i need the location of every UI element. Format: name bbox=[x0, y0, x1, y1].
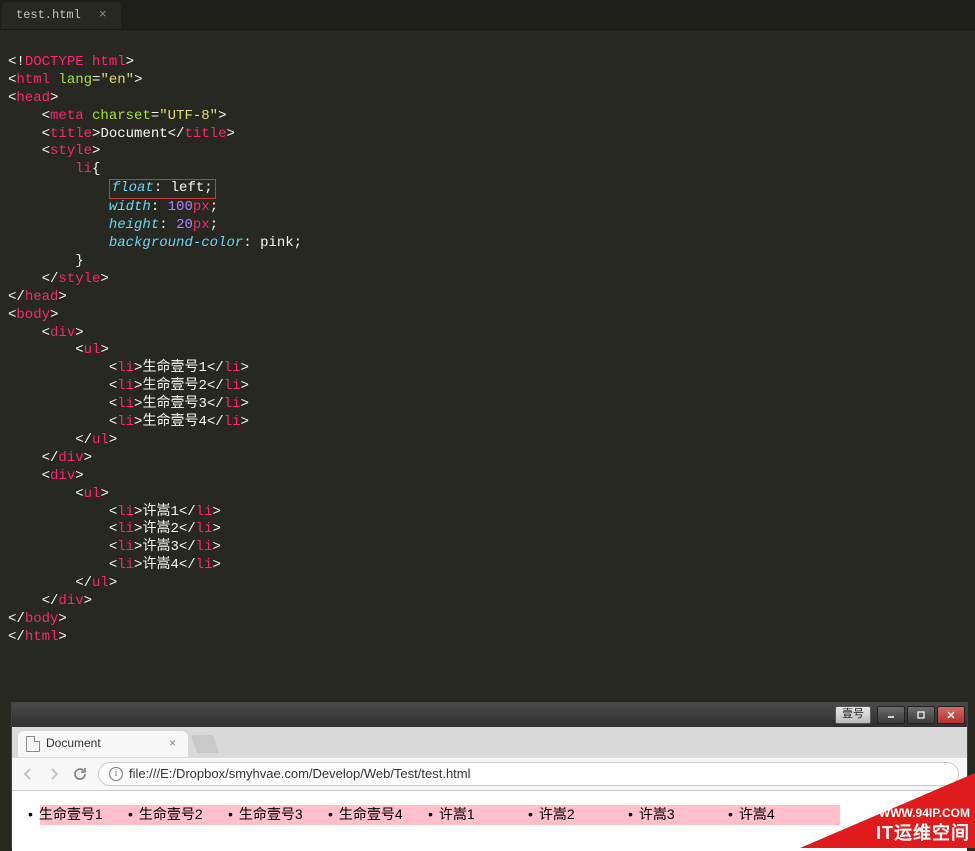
page-icon bbox=[26, 736, 40, 752]
site-info-icon[interactable]: i bbox=[109, 767, 123, 781]
list-item: 生命壹号1 bbox=[40, 805, 140, 825]
list-item: 许嵩1 bbox=[440, 805, 540, 825]
browser-tab-label: Document bbox=[46, 736, 101, 751]
browser-titlebar: 壹号 bbox=[12, 703, 967, 727]
file-tab-label: test.html bbox=[16, 8, 81, 23]
file-tab-test-html[interactable]: test.html × bbox=[2, 2, 121, 29]
url-text: file:///E:/Dropbox/smyhvae.com/Develop/W… bbox=[129, 766, 471, 783]
watermark: WWW.94IP.COM IT运维空间 bbox=[800, 773, 975, 848]
browser-tab-document[interactable]: Document × bbox=[18, 731, 188, 757]
list-item: 生命壹号2 bbox=[140, 805, 240, 825]
code-editor[interactable]: <!DOCTYPE html> <html lang="en"> <head> … bbox=[0, 30, 975, 653]
maximize-button[interactable] bbox=[907, 706, 935, 724]
browser-tab-strip: Document × bbox=[12, 727, 967, 757]
minimize-button[interactable] bbox=[877, 706, 905, 724]
titlebar-badge: 壹号 bbox=[835, 706, 871, 724]
list-item: 许嵩2 bbox=[540, 805, 640, 825]
reload-button[interactable] bbox=[72, 766, 88, 782]
forward-button[interactable] bbox=[46, 766, 62, 782]
list-item: 生命壹号4 bbox=[340, 805, 440, 825]
editor-tab-bar: test.html × bbox=[0, 0, 975, 30]
watermark-url: WWW.94IP.COM bbox=[879, 806, 970, 821]
list-item: 生命壹号3 bbox=[240, 805, 340, 825]
highlighted-css-rule: float: left; bbox=[109, 179, 216, 199]
close-icon[interactable]: × bbox=[99, 7, 107, 24]
close-window-button[interactable] bbox=[937, 706, 965, 724]
new-tab-button[interactable] bbox=[191, 735, 220, 753]
list-item: 许嵩3 bbox=[640, 805, 740, 825]
back-button[interactable] bbox=[20, 766, 36, 782]
close-icon[interactable]: × bbox=[169, 736, 176, 751]
watermark-text: IT运维空间 bbox=[876, 822, 970, 845]
